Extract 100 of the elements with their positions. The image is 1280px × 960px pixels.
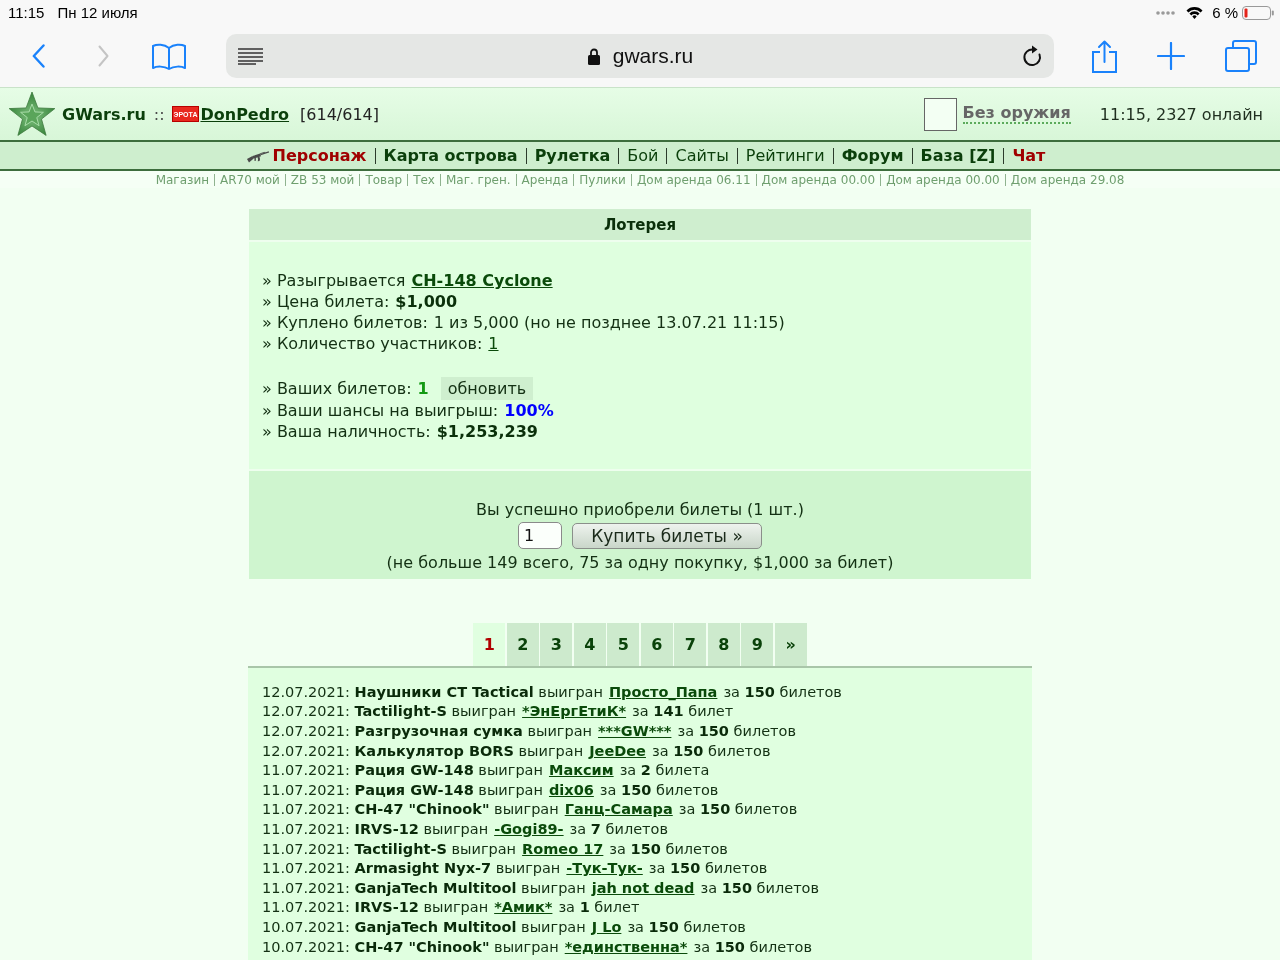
result-text: 11.07.2021: Рация GW-148 выигран <box>262 762 543 779</box>
result-text: 12.07.2021: Tactilight-S выигран <box>262 703 517 720</box>
result-text: за 150 билетов <box>677 723 796 739</box>
result-text: 12.07.2021: Разгрузочная сумка выигран <box>262 723 592 739</box>
url-text: gwars.ru <box>612 44 694 68</box>
result-text: за 150 билетов <box>651 742 771 759</box>
info-value: $1,253,239 <box>436 422 538 441</box>
back-icon[interactable] <box>32 44 45 68</box>
tabs-icon[interactable] <box>1225 40 1257 72</box>
status-date: Пн 12 июля <box>57 3 138 22</box>
page-tab[interactable]: 9 <box>741 623 774 666</box>
result-text: 11.07.2021: GanjaTech Multitool выигран <box>262 879 586 896</box>
winner-link[interactable]: J Lo <box>591 918 622 935</box>
nav-link[interactable]: Карта острова <box>383 146 518 165</box>
book-icon[interactable] <box>152 42 186 70</box>
info-link[interactable]: 1 <box>488 334 499 353</box>
battery-percent: 6 % <box>1212 3 1238 22</box>
page-tab[interactable]: 2 <box>506 623 539 666</box>
page-tab[interactable]: 8 <box>707 623 740 666</box>
result-text: 11.07.2021: Рация GW-148 выигран <box>262 781 543 798</box>
purchase-note: (не больше 149 всего, 75 за одну покупку, $1,000 за билет) <box>386 552 894 573</box>
page-tab[interactable]: 1 <box>473 623 506 666</box>
result-text: за 150 билетов <box>723 683 842 700</box>
info-label: » Ваши шансы на выигрыш: <box>262 401 499 420</box>
winner-link[interactable]: Ганц-Самара <box>564 801 673 818</box>
winner-link[interactable]: Просто_Папа <box>608 683 718 700</box>
reload-icon[interactable] <box>1023 45 1043 67</box>
result-text: за 150 билетов <box>648 860 768 877</box>
winner-link[interactable]: -Тук-Тук- <box>566 860 643 877</box>
signal-dots-icon <box>1156 10 1177 15</box>
info-link[interactable]: CH-148 Cyclone <box>411 271 553 290</box>
result-text: 11.07.2021: Armasight Nyx-7 выигран <box>262 860 561 877</box>
page-tab[interactable]: 3 <box>540 623 573 666</box>
info-label: » Количество участников: <box>262 334 483 353</box>
result-text: за 150 билетов <box>627 918 746 935</box>
nav-link[interactable]: База [Z] <box>920 146 996 165</box>
status-time: 11:15 <box>8 3 45 22</box>
winner-link[interactable]: *единственна* <box>564 938 688 955</box>
text-lines-icon[interactable] <box>238 47 263 65</box>
info-label: » Ваших билетов: <box>262 379 412 398</box>
info-value: $1,000 <box>395 292 458 311</box>
purchase-message: Вы успешно приобрели билеты (1 шт.) <box>476 499 804 520</box>
player-hp: [614/614] <box>300 104 379 124</box>
nav-link[interactable]: Чат <box>1012 146 1046 165</box>
winner-link[interactable]: *Амик* <box>494 899 553 916</box>
result-text: 12.07.2021: Наушники CT Tactical выигран <box>262 683 603 700</box>
info-value: 1 <box>417 379 429 398</box>
winner-link[interactable]: dix06 <box>548 781 594 798</box>
winner-link[interactable]: -Gogi89- <box>494 820 564 837</box>
result-text: за 2 билета <box>619 762 710 779</box>
nav-link[interactable]: Бой <box>627 146 659 165</box>
result-text: за 150 билетов <box>700 879 820 896</box>
lock-icon <box>587 47 600 65</box>
battery-icon <box>1242 5 1274 20</box>
weapon-link[interactable]: Без оружия <box>962 104 1071 124</box>
result-text: 10.07.2021: GanjaTech Multitool выигран <box>262 918 586 935</box>
refresh-button[interactable]: обновить <box>440 377 534 400</box>
result-text: 11.07.2021: Tactilight-S выигран <box>262 840 517 857</box>
quantity-input[interactable]: 1 <box>518 522 562 549</box>
result-text: за 1 билет <box>558 899 640 916</box>
result-text: за 7 билетов <box>569 820 668 837</box>
winner-link[interactable]: *ЭнЕргЕтиК* <box>522 703 627 720</box>
page-tab[interactable]: 5 <box>607 623 640 666</box>
site-name: GWars.ru <box>62 104 146 124</box>
buy-button[interactable]: Купить билеты » <box>572 522 762 549</box>
result-text: 10.07.2021: CH-47 "Chinook" выигран <box>262 938 559 955</box>
page-tab[interactable]: 7 <box>674 623 707 666</box>
info-label: » Ваша наличность: <box>262 422 431 441</box>
result-text: за 150 билетов <box>693 938 812 955</box>
winner-link[interactable]: ***GW*** <box>598 723 672 739</box>
winner-link[interactable]: Максим <box>548 762 614 779</box>
page-tab[interactable]: » <box>774 623 807 666</box>
info-label: » Куплено билетов: <box>262 313 428 332</box>
nav-link[interactable]: Сайты <box>675 146 729 165</box>
nav-link[interactable]: Рулетка <box>534 146 611 165</box>
star-logo-icon <box>8 90 56 138</box>
address-bar[interactable]: gwars.ru <box>226 34 1054 78</box>
page-tab[interactable]: 4 <box>573 623 606 666</box>
plus-icon[interactable] <box>1157 42 1185 70</box>
nav-link[interactable]: Рейтинги <box>745 146 825 165</box>
nav-link[interactable]: Форум <box>841 146 904 165</box>
lottery-title: Лотерея <box>603 215 677 234</box>
winner-link[interactable]: jah not dead <box>591 879 695 896</box>
info-value: 1 из 5,000 (но не позднее 13.07.21 11:15) <box>433 313 785 332</box>
result-text: за 150 билетов <box>609 840 728 857</box>
result-text: 12.07.2021: Калькулятор BORS выигран <box>262 742 584 759</box>
wifi-icon <box>1186 6 1204 19</box>
nav-link[interactable]: Персонаж <box>272 146 367 165</box>
empty-slot-icon <box>923 97 957 131</box>
share-icon[interactable] <box>1092 39 1117 73</box>
result-text: за 150 билетов <box>599 781 719 798</box>
player-link[interactable]: DonPedro <box>200 104 290 124</box>
page-tab[interactable]: 6 <box>640 623 673 666</box>
winner-link[interactable]: Romeo 17 <box>522 840 604 857</box>
name-separator: :: <box>153 104 165 124</box>
result-text: 11.07.2021: IRVS-12 выигран <box>262 820 489 837</box>
info-label: » Цена билета: <box>262 292 390 311</box>
winner-link[interactable]: JeeDee <box>589 742 646 759</box>
result-text: 11.07.2021: CH-47 "Chinook" выигран <box>262 801 559 818</box>
rifle-icon <box>246 148 271 163</box>
